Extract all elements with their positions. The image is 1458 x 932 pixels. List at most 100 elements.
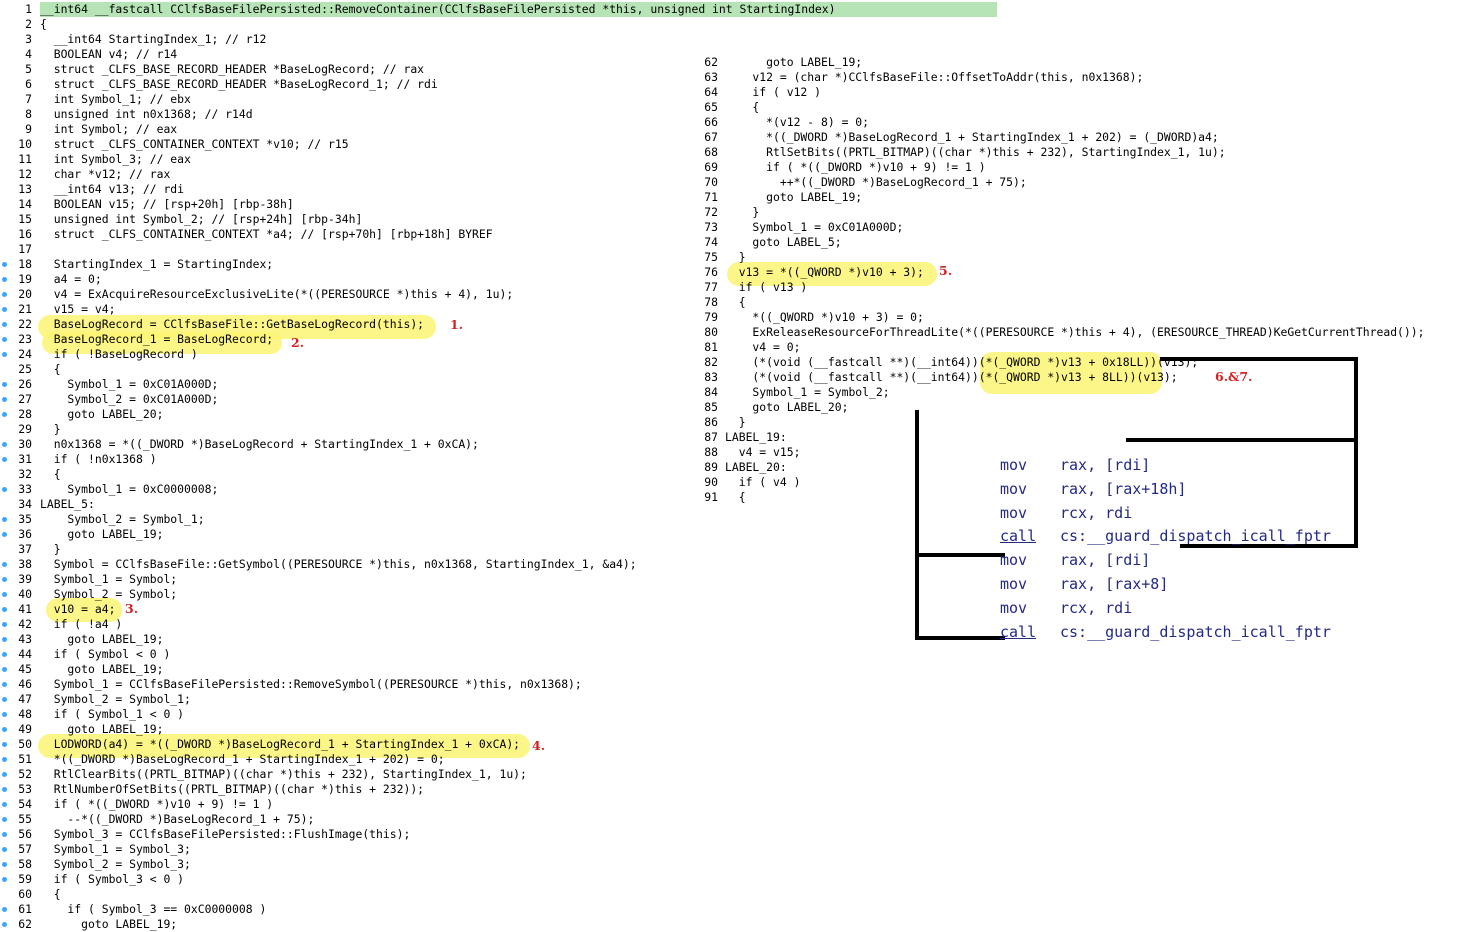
line-number: 60 <box>18 887 32 901</box>
line-number: 64 <box>704 85 718 99</box>
asm-operands: rax, [rax+8] <box>1060 575 1169 593</box>
connector-line <box>915 410 919 640</box>
connector-line <box>1126 438 1358 442</box>
code-line: 36 goto LABEL_19; <box>0 527 1000 542</box>
line-number: 65 <box>704 100 718 114</box>
code-line: 47 Symbol_2 = Symbol_1; <box>0 692 1000 707</box>
line-number: 44 <box>18 647 32 661</box>
code-text: unsigned int n0x1368; // r14d <box>40 107 253 121</box>
code-text: { <box>40 467 61 481</box>
code-text: *((_DWORD *)BaseLogRecord_1 + StartingIn… <box>40 752 445 766</box>
line-number: 14 <box>18 197 32 211</box>
code-text: goto LABEL_19; <box>40 722 164 736</box>
code-line: 77 if ( v13 ) <box>703 280 1458 295</box>
code-text: LABEL_20: <box>725 460 787 474</box>
code-text: LABEL_19: <box>725 430 787 444</box>
code-line: 49 goto LABEL_19; <box>0 722 1000 737</box>
marker-2: 2. <box>291 335 305 350</box>
code-line: 44 if ( Symbol < 0 ) <box>0 647 1000 662</box>
code-text: a4 = 0; <box>40 272 102 286</box>
code-line: 41 v10 = a4; <box>0 602 1000 617</box>
code-text: __int64 __fastcall CClfsBaseFilePersiste… <box>40 2 997 17</box>
code-text: BOOLEAN v15; // [rsp+20h] [rbp-38h] <box>40 197 294 211</box>
asm-operands: rax, [rdi] <box>1060 551 1151 570</box>
asm-opcode: mov <box>1000 598 1028 617</box>
code-text: __int64 StartingIndex_1; // r12 <box>40 32 267 46</box>
code-text: BOOLEAN v4; // r14 <box>40 47 178 61</box>
connector-line <box>915 553 1005 557</box>
line-number: 47 <box>18 692 32 706</box>
code-text: Symbol_1 = 0xC01A000D; <box>725 220 904 234</box>
code-line: 60 { <box>0 887 1000 902</box>
code-text: { <box>40 17 47 31</box>
code-line: 37 } <box>0 542 1000 557</box>
code-text: goto LABEL_20; <box>725 400 849 414</box>
line-number: 5 <box>25 62 32 76</box>
code-text: Symbol_1 = 0xC01A000D; <box>40 377 219 391</box>
code-line: 69 if ( *((_DWORD *)v10 + 9) != 1 ) <box>703 160 1458 175</box>
line-number: 72 <box>704 205 718 219</box>
code-text: Symbol_1 = Symbol_2; <box>725 385 890 399</box>
code-text: LABEL_5: <box>40 497 95 511</box>
code-line: 68 RtlSetBits((PRTL_BITMAP)((char *)this… <box>703 145 1458 160</box>
line-number: 80 <box>704 325 718 339</box>
code-line: 58 Symbol_2 = Symbol_3; <box>0 857 1000 872</box>
code-text: int Symbol_1; // ebx <box>40 92 191 106</box>
code-text: v13 = *((_QWORD *)v10 + 3); <box>725 265 924 279</box>
code-line: 3 __int64 StartingIndex_1; // r12 <box>0 32 1000 47</box>
code-text: (*(void (__fastcall **)(__int64))(*(_QWO… <box>725 370 1178 384</box>
code-text: int Symbol; // eax <box>40 122 178 136</box>
code-text: Symbol_2 = Symbol_1; <box>40 512 205 526</box>
code-line: 65 { <box>703 100 1458 115</box>
line-number: 28 <box>18 407 32 421</box>
connector-line <box>915 636 1005 640</box>
line-number: 2 <box>25 17 32 31</box>
line-number: 91 <box>704 490 718 504</box>
code-line: 70 ++*((_DWORD *)BaseLogRecord_1 + 75); <box>703 175 1458 190</box>
code-text: struct _CLFS_CONTAINER_CONTEXT *a4; // [… <box>40 227 493 241</box>
code-text: RtlNumberOfSetBits((PRTL_BITMAP)((char *… <box>40 782 425 796</box>
code-line: 64 if ( v12 ) <box>703 85 1458 100</box>
code-text: { <box>725 490 746 504</box>
code-text: v4 = v15; <box>725 445 801 459</box>
code-text: } <box>40 542 61 556</box>
code-text: } <box>725 205 760 219</box>
code-line: 74 goto LABEL_5; <box>703 235 1458 250</box>
line-number: 77 <box>704 280 718 294</box>
code-text: goto LABEL_19; <box>725 55 863 69</box>
line-number: 88 <box>704 445 718 459</box>
marker-6-7: 6.&7. <box>1215 369 1253 384</box>
code-line: 1 __int64 __fastcall CClfsBaseFilePersist… <box>0 2 1000 17</box>
line-number: 86 <box>704 415 718 429</box>
line-number: 69 <box>704 160 718 174</box>
line-number: 36 <box>18 527 32 541</box>
code-text: if ( !a4 ) <box>40 617 123 631</box>
code-line: 71 goto LABEL_19; <box>703 190 1458 205</box>
asm-operands: cs:__guard_dispatch_icall_fptr <box>1060 622 1331 641</box>
code-text: } <box>725 250 746 264</box>
code-line: 56 Symbol_3 = CClfsBaseFilePersisted::Fl… <box>0 827 1000 842</box>
code-line: 62 goto LABEL_19; <box>703 55 1458 70</box>
line-number: 89 <box>704 460 718 474</box>
code-text: if ( v4 ) <box>725 475 801 489</box>
line-number: 71 <box>704 190 718 204</box>
code-line: 53 RtlNumberOfSetBits((PRTL_BITMAP)((cha… <box>0 782 1000 797</box>
line-number: 70 <box>704 175 718 189</box>
line-number: 4 <box>25 47 32 61</box>
line-number: 3 <box>25 32 32 46</box>
line-number: 6 <box>25 77 32 91</box>
asm-operands: cs:__guard_dispatch_icall_fptr <box>1060 527 1331 546</box>
code-text: v15 = v4; <box>40 302 116 316</box>
line-number: 45 <box>18 662 32 676</box>
line-number: 24 <box>18 347 32 361</box>
code-text: struct _CLFS_BASE_RECORD_HEADER *BaseLog… <box>40 62 425 76</box>
code-text: v4 = 0; <box>725 340 801 354</box>
line-number: 30 <box>18 437 32 451</box>
line-number: 68 <box>704 145 718 159</box>
code-text: Symbol_2 = Symbol_3; <box>40 857 191 871</box>
code-text: goto LABEL_19; <box>40 632 164 646</box>
line-number: 25 <box>18 362 32 376</box>
asm-operands: rax, [rdi] <box>1060 456 1151 474</box>
code-line: 81 v4 = 0; <box>703 340 1458 355</box>
code-text: struct _CLFS_CONTAINER_CONTEXT *v10; // … <box>40 137 349 151</box>
